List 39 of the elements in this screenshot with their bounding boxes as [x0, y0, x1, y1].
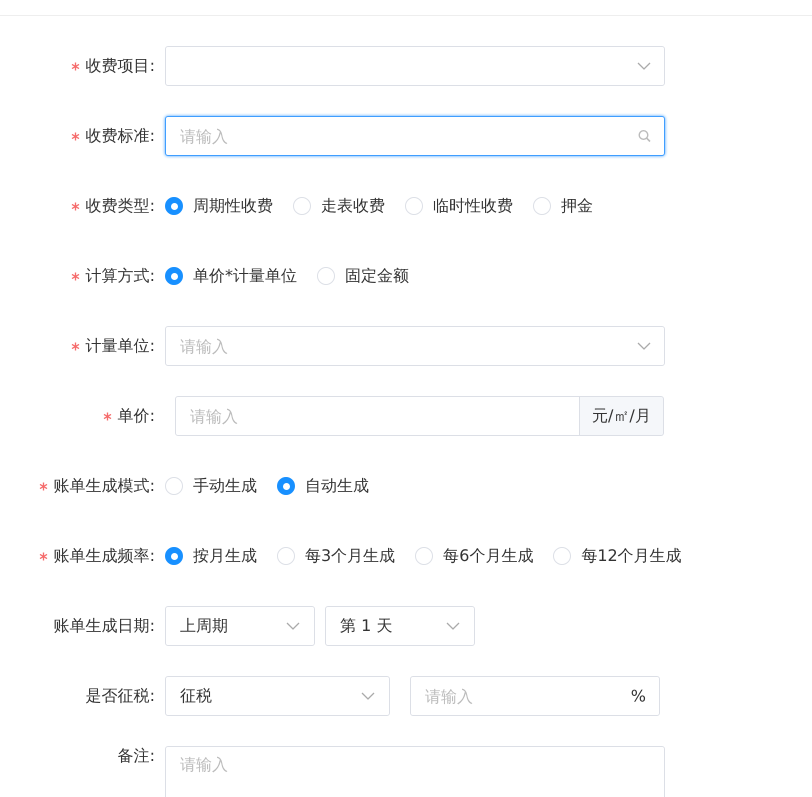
field-label: 收费项目: — [86, 56, 155, 76]
radio-option[interactable]: 周期性收费 — [165, 196, 273, 216]
textarea-field[interactable]: 请输入 — [165, 746, 665, 797]
field-label: 账单生成日期: — [54, 616, 155, 636]
field-label: 计量单位: — [86, 336, 155, 356]
radio-option[interactable]: 每6个月生成 — [415, 546, 534, 566]
chevron-down-icon — [286, 622, 300, 630]
radio-option[interactable]: 固定金额 — [317, 266, 409, 286]
select-field[interactable]: 第 1 天 — [325, 606, 475, 646]
select-field[interactable]: 请输入 — [165, 326, 665, 366]
radio-option[interactable]: 每3个月生成 — [277, 546, 396, 566]
radio-option[interactable]: 手动生成 — [165, 476, 257, 496]
search-field[interactable]: 请输入 — [165, 116, 665, 156]
field-label: 收费类型: — [86, 196, 155, 216]
radio-option[interactable]: 每12个月生成 — [553, 546, 682, 566]
field-label: 是否征税: — [86, 686, 155, 706]
chevron-down-icon — [361, 692, 375, 700]
select-field[interactable]: 上周期 — [165, 606, 315, 646]
search-icon — [638, 130, 651, 142]
field-label: 账单生成模式: — [54, 476, 155, 496]
radio-option[interactable]: 按月生成 — [165, 546, 257, 566]
input-field[interactable]: 请输入 — [175, 396, 580, 436]
field-label: 收费标准: — [86, 126, 155, 146]
chevron-down-icon — [446, 622, 460, 630]
select-field[interactable]: 征税 — [165, 676, 390, 716]
chevron-down-icon — [637, 62, 651, 70]
chevron-down-icon — [637, 342, 651, 350]
field-label: 备注: — [118, 746, 155, 767]
radio-option[interactable]: 临时性收费 — [405, 196, 513, 216]
percent-suffix: % — [630, 686, 646, 706]
radio-option[interactable]: 押金 — [533, 196, 593, 216]
field-label: 计算方式: — [86, 266, 155, 286]
radio-option[interactable]: 自动生成 — [277, 476, 369, 496]
field-label: 账单生成频率: — [54, 546, 155, 566]
radio-option[interactable]: 单价*计量单位 — [165, 266, 297, 286]
select-field[interactable] — [165, 46, 665, 86]
unit-addon: 元/㎡/月 — [580, 396, 664, 436]
field-label: 单价: — [118, 406, 155, 426]
radio-option[interactable]: 走表收费 — [293, 196, 385, 216]
